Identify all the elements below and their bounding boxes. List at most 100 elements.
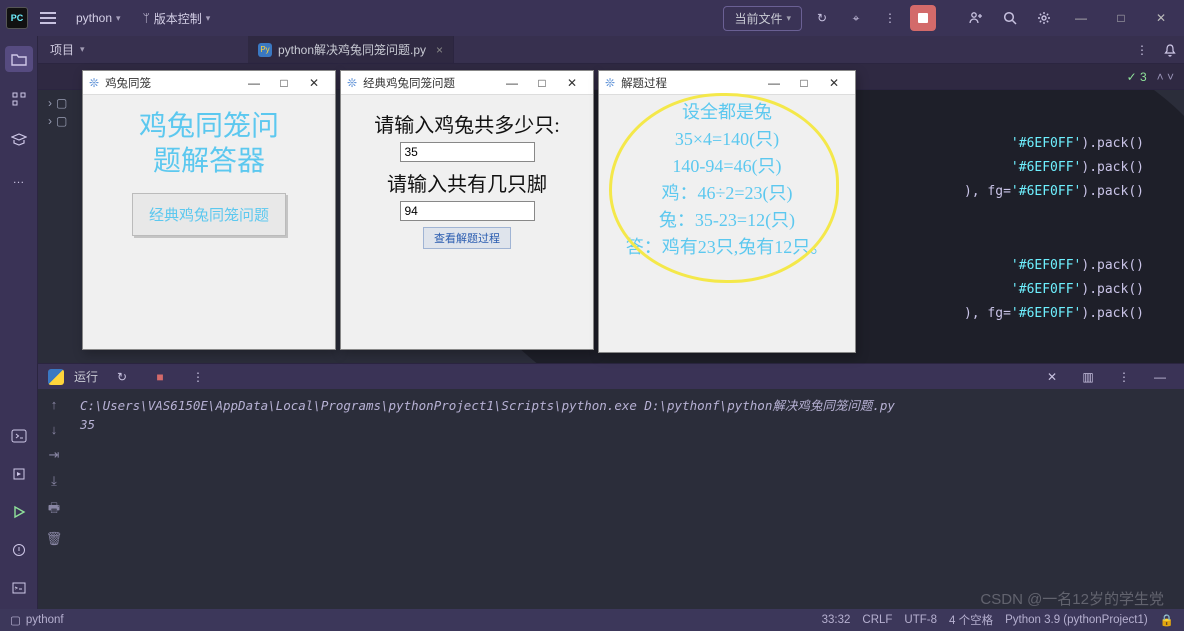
tk-window-solution[interactable]: ❊ 解题过程 — □ ✕ 设全都是兔 35×4=140(只) 140-94=46… bbox=[598, 70, 856, 353]
pycharm-logo: PC bbox=[6, 7, 28, 29]
settings-icon[interactable] bbox=[1030, 5, 1058, 31]
run-output-line: 35 bbox=[80, 416, 1174, 435]
close-button[interactable]: ✕ bbox=[1144, 11, 1178, 25]
debug-icon[interactable]: ⌖ bbox=[842, 5, 870, 31]
inspections-passed-icon[interactable]: ✓ 3 bbox=[1127, 70, 1147, 84]
collab-icon[interactable] bbox=[962, 5, 990, 31]
layout-icon[interactable]: ▥ bbox=[1074, 364, 1102, 390]
minimize-button[interactable]: — bbox=[497, 76, 527, 90]
tabs-more-icon[interactable]: ⋮ bbox=[1128, 37, 1156, 63]
lock-icon[interactable]: 🔒 bbox=[1160, 613, 1174, 627]
minimize-button[interactable]: — bbox=[1064, 11, 1098, 25]
chevron-down-icon: ▾ bbox=[80, 44, 85, 55]
tree-item[interactable]: ▢ bbox=[56, 96, 67, 110]
maximize-button[interactable]: □ bbox=[269, 76, 299, 90]
close-tab-icon[interactable]: × bbox=[436, 43, 443, 57]
project-toolwindow-header[interactable]: 项目 ▾ bbox=[38, 41, 248, 58]
run-more-icon[interactable]: ⋮ bbox=[1110, 364, 1138, 390]
caret-position[interactable]: 33:32 bbox=[822, 614, 851, 626]
vcs-menu[interactable]: ᛘ 版本控制▾ bbox=[135, 6, 219, 31]
branch-icon: ᛘ bbox=[143, 11, 150, 25]
run-output-line: C:\Users\VAS6150E\AppData\Local\Programs… bbox=[80, 397, 1174, 416]
more-tools-icon[interactable]: … bbox=[5, 166, 33, 192]
stop-run-icon[interactable]: ■ bbox=[146, 364, 174, 390]
interpreter-info[interactable]: Python 3.9 (pythonProject1) bbox=[1005, 614, 1148, 626]
file-encoding[interactable]: UTF-8 bbox=[904, 614, 937, 626]
python-file-icon: Py bbox=[258, 43, 272, 57]
minimize-button[interactable]: — bbox=[239, 76, 269, 90]
ide-titlebar: PC python▾ ᛘ 版本控制▾ 当前文件▾ ↻ ⌖ ⋮ — □ ✕ bbox=[0, 0, 1184, 36]
tk-window-title: 解题过程 bbox=[621, 75, 667, 91]
solution-line: 答：鸡有23只,兔有12只。 bbox=[607, 234, 847, 261]
print-icon[interactable]: 🖶 bbox=[48, 499, 60, 521]
tk-feather-icon: ❊ bbox=[89, 76, 99, 90]
tk-titlebar[interactable]: ❊ 解题过程 — □ ✕ bbox=[599, 71, 855, 95]
project-tree[interactable]: › ▢ › ▢ bbox=[48, 96, 67, 128]
notifications-icon[interactable] bbox=[1156, 37, 1184, 63]
chevron-right-icon: › bbox=[48, 114, 52, 128]
classic-problem-button[interactable]: 经典鸡兔同笼问题 bbox=[132, 193, 286, 236]
view-solution-button[interactable]: 查看解题过程 bbox=[423, 227, 511, 249]
close-button[interactable]: ✕ bbox=[299, 76, 329, 90]
heads-count-input[interactable] bbox=[400, 142, 535, 162]
solution-line: 35×4=140(只) bbox=[607, 126, 847, 153]
tabs-row: 项目 ▾ Py python解决鸡兔同笼问题.py × ⋮ bbox=[38, 36, 1184, 64]
indent-info[interactable]: 4 个空格 bbox=[949, 612, 993, 628]
status-project[interactable]: ▢ pythonf bbox=[10, 613, 64, 627]
minimize-button[interactable]: — bbox=[759, 76, 789, 90]
tk-body: 设全都是兔 35×4=140(只) 140-94=46(只) 鸡：46÷2=23… bbox=[599, 95, 855, 352]
folder-icon: ▢ bbox=[10, 613, 21, 627]
chevron-right-icon: › bbox=[48, 96, 52, 110]
tree-item[interactable]: ▢ bbox=[56, 114, 67, 128]
down-arrow-icon[interactable]: ↓ bbox=[51, 422, 58, 437]
tk-body: 鸡兔同笼问题解答器 经典鸡兔同笼问题 bbox=[83, 95, 335, 349]
soft-wrap-icon[interactable]: ⇥ bbox=[49, 447, 60, 463]
project-tool-icon[interactable] bbox=[5, 46, 33, 72]
terminal-icon[interactable] bbox=[5, 575, 33, 601]
tk-window-title: 经典鸡兔同笼问题 bbox=[363, 75, 455, 91]
code-line: '#6EF0FF').pack() bbox=[1011, 258, 1144, 273]
hide-run-icon[interactable]: — bbox=[1146, 364, 1174, 390]
run-console[interactable]: C:\Users\VAS6150E\AppData\Local\Programs… bbox=[70, 389, 1184, 609]
legs-count-input[interactable] bbox=[400, 201, 535, 221]
run-config-select[interactable]: 当前文件▾ bbox=[723, 6, 802, 31]
code-line: '#6EF0FF').pack() bbox=[1011, 136, 1144, 151]
file-tab-label: python解决鸡兔同笼问题.py bbox=[278, 41, 426, 58]
structure-tool-icon[interactable] bbox=[5, 86, 33, 112]
more-icon[interactable]: ⋮ bbox=[184, 364, 212, 390]
learn-tool-icon[interactable] bbox=[5, 126, 33, 152]
maximize-button[interactable]: □ bbox=[527, 76, 557, 90]
tk-titlebar[interactable]: ❊ 经典鸡兔同笼问题 — □ ✕ bbox=[341, 71, 593, 95]
search-icon[interactable] bbox=[996, 5, 1024, 31]
line-separator[interactable]: CRLF bbox=[862, 614, 892, 626]
problems-icon[interactable] bbox=[5, 537, 33, 563]
run-tool-icon[interactable] bbox=[5, 499, 33, 525]
left-tool-rail: … bbox=[0, 36, 38, 609]
stop-button[interactable] bbox=[910, 5, 936, 31]
project-menu[interactable]: python▾ bbox=[68, 7, 129, 29]
close-run-icon[interactable]: ✕ bbox=[1038, 364, 1066, 390]
run-label: 运行 bbox=[74, 368, 98, 385]
tk-window-input[interactable]: ❊ 经典鸡兔同笼问题 — □ ✕ 请输入鸡兔共多少只: 请输入共有几只脚 查看解… bbox=[340, 70, 594, 350]
tk-window-main[interactable]: ❊ 鸡兔同笼 — □ ✕ 鸡兔同笼问题解答器 经典鸡兔同笼问题 bbox=[82, 70, 336, 350]
python-console-icon[interactable] bbox=[5, 423, 33, 449]
trash-icon[interactable]: 🗑 bbox=[46, 531, 63, 547]
maximize-button[interactable]: □ bbox=[789, 76, 819, 90]
close-button[interactable]: ✕ bbox=[819, 76, 849, 90]
rerun-icon[interactable]: ↻ bbox=[808, 5, 836, 31]
services-icon[interactable] bbox=[5, 461, 33, 487]
tk-feather-icon: ❊ bbox=[347, 76, 357, 90]
tk-titlebar[interactable]: ❊ 鸡兔同笼 — □ ✕ bbox=[83, 71, 335, 95]
solution-line: 设全都是兔 bbox=[607, 99, 847, 126]
main-menu-button[interactable] bbox=[34, 5, 62, 31]
up-arrow-icon[interactable]: ↑ bbox=[51, 397, 58, 412]
scroll-end-icon[interactable]: ⤓ bbox=[51, 473, 57, 489]
close-button[interactable]: ✕ bbox=[557, 76, 587, 90]
rerun-icon[interactable]: ↻ bbox=[108, 364, 136, 390]
file-tab[interactable]: Py python解决鸡兔同笼问题.py × bbox=[248, 36, 454, 63]
maximize-button[interactable]: □ bbox=[1104, 11, 1138, 25]
code-line: '#6EF0FF').pack() bbox=[1011, 160, 1144, 175]
chevron-up-down-icon[interactable]: ˄ ˅ bbox=[1157, 70, 1174, 84]
tk-body: 请输入鸡兔共多少只: 请输入共有几只脚 查看解题过程 bbox=[341, 95, 593, 349]
more-icon[interactable]: ⋮ bbox=[876, 5, 904, 31]
